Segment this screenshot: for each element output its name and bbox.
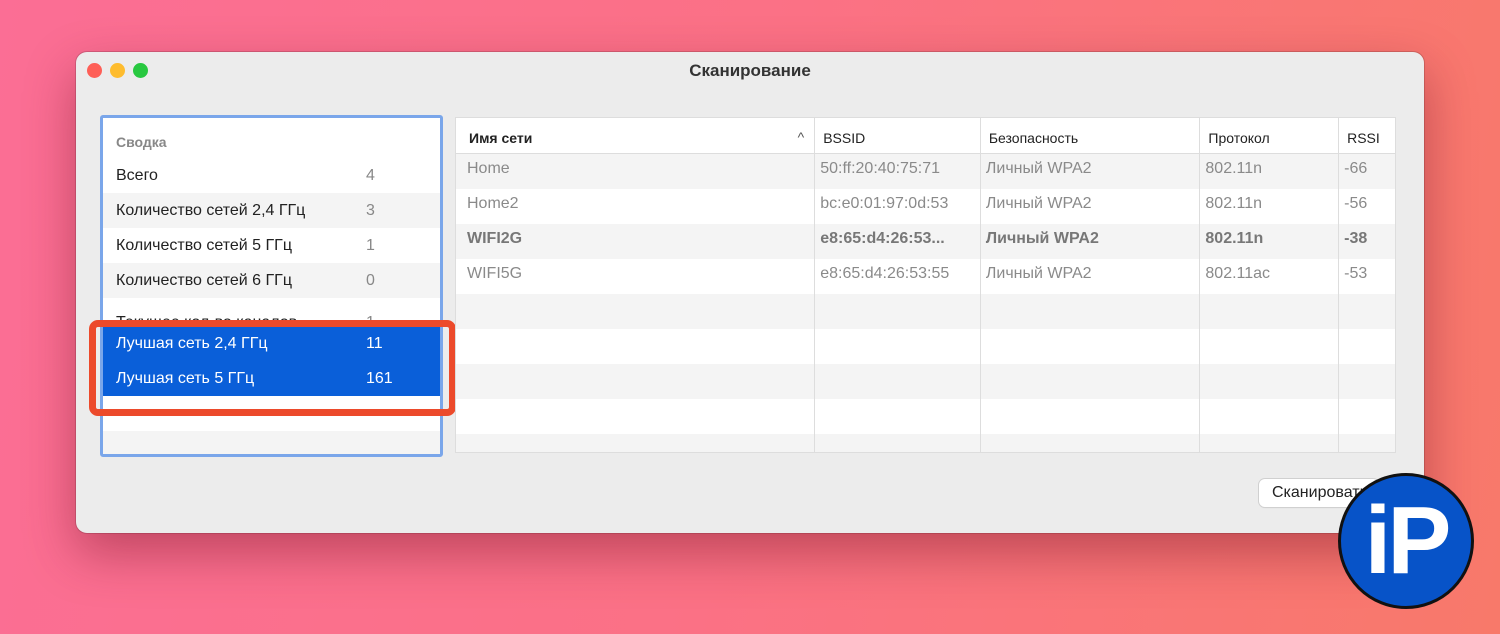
- empty-row: [456, 329, 1395, 364]
- cell-rssi: -38: [1344, 230, 1368, 247]
- summary-value: 0: [366, 271, 375, 289]
- summary-value: 3: [366, 201, 375, 219]
- cell-bssid: e8:65:d4:26:53:55: [815, 259, 981, 294]
- column-header-name[interactable]: Имя сети ^: [456, 118, 816, 153]
- empty-row: [456, 364, 1395, 399]
- empty-row: [456, 434, 1395, 452]
- column-label: Имя сети: [469, 130, 533, 146]
- cell-protocol: 802.11n: [1200, 224, 1340, 259]
- cell-protocol: 802.11ac: [1200, 259, 1340, 294]
- summary-row[interactable]: Количество сетей 6 ГГц 0: [103, 263, 440, 298]
- cell-name: WIFI5G: [456, 259, 816, 294]
- table-row-current[interactable]: WIFI2G e8:65:d4:26:53... Личный WPA2 802.11…: [456, 224, 1395, 259]
- highlight-annotation: [89, 320, 456, 416]
- cell-rssi: -66: [1344, 160, 1368, 177]
- cell-security: Личный WPA2: [981, 154, 1201, 189]
- cell-bssid: e8:65:d4:26:53...: [815, 224, 981, 259]
- summary-label: Всего: [116, 166, 158, 184]
- cell-protocol: 802.11n: [1200, 189, 1340, 224]
- empty-row: [456, 294, 1395, 329]
- logo-text: iP: [1364, 487, 1452, 594]
- column-header-bssid[interactable]: BSSID: [815, 118, 981, 153]
- cell-security: Личный WPA2: [981, 189, 1201, 224]
- scan-window: Сканирование Сводка Всего 4 Количество се…: [76, 52, 1424, 533]
- column-header-protocol[interactable]: Протокол: [1200, 118, 1340, 153]
- summary-value: 4: [366, 166, 375, 184]
- summary-label: Количество сетей 2,4 ГГц: [116, 201, 306, 219]
- summary-label: Количество сетей 6 ГГц: [116, 271, 292, 289]
- cell-name: WIFI2G: [456, 224, 816, 259]
- cell-bssid: bc:e0:01:97:0d:53: [815, 189, 981, 224]
- window-title: Сканирование: [689, 61, 811, 80]
- empty-row: [456, 399, 1395, 434]
- cell-security: Личный WPA2: [981, 259, 1201, 294]
- cell-protocol: 802.11n: [1200, 154, 1340, 189]
- cell-rssi: -56: [1344, 195, 1368, 212]
- table-row[interactable]: WIFI5G e8:65:d4:26:53:55 Личный WPA2 802.11…: [456, 259, 1395, 294]
- summary-row[interactable]: Количество сетей 5 ГГц 1: [103, 228, 440, 263]
- summary-label: Количество сетей 5 ГГц: [116, 236, 292, 254]
- summary-value: 1: [366, 236, 375, 254]
- summary-header: Сводка: [116, 134, 167, 150]
- iphones-logo: iP: [1338, 473, 1474, 609]
- sort-ascending-icon: ^: [797, 129, 805, 145]
- title-bar: Сканирование: [76, 52, 1424, 88]
- summary-row[interactable]: Количество сетей 2,4 ГГц 3: [103, 193, 440, 228]
- cell-security: Личный WPA2: [981, 224, 1201, 259]
- column-header-rssi[interactable]: RSSI: [1339, 118, 1395, 153]
- cell-rssi: -53: [1344, 265, 1368, 282]
- column-header-security[interactable]: Безопасность: [981, 118, 1201, 153]
- cell-name: Home: [456, 154, 816, 189]
- cell-name: Home2: [456, 189, 816, 224]
- cell-bssid: 50:ff:20:40:75:71: [815, 154, 981, 189]
- table-row[interactable]: Home 50:ff:20:40:75:71 Личный WPA2 802.11n -…: [456, 154, 1395, 189]
- table-header: Имя сети ^ BSSID Безопасность Протокол RS…: [456, 118, 1395, 154]
- empty-row: [103, 431, 440, 454]
- networks-table: Имя сети ^ BSSID Безопасность Протокол RS…: [455, 117, 1396, 453]
- summary-row[interactable]: Всего 4: [103, 158, 440, 193]
- table-row[interactable]: Home2 bc:e0:01:97:0d:53 Личный WPA2 802.11n…: [456, 189, 1395, 224]
